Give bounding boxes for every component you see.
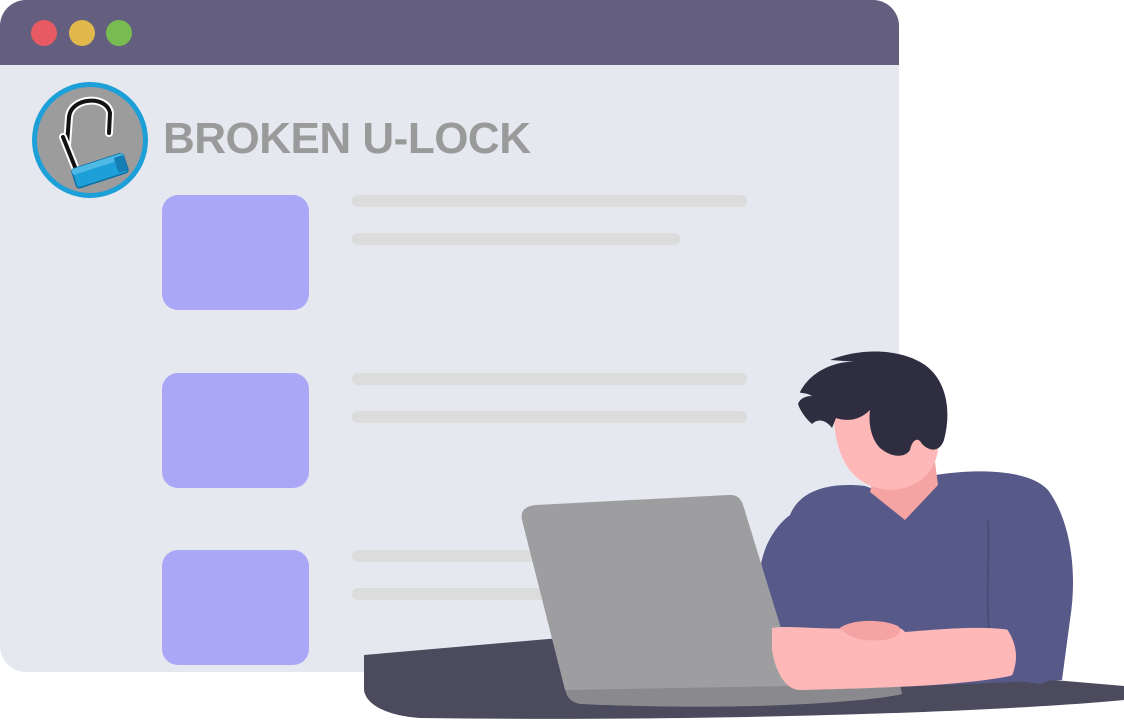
placeholder-line xyxy=(352,373,747,385)
close-window-button[interactable] xyxy=(31,20,57,46)
browser-window: BROKEN U-LOCK xyxy=(0,0,899,672)
placeholder-line xyxy=(352,233,680,245)
brand-title: BROKEN U-LOCK xyxy=(163,114,531,163)
placeholder-line xyxy=(352,588,747,600)
maximize-window-button[interactable] xyxy=(106,20,132,46)
window-titlebar xyxy=(0,0,899,65)
placeholder-line xyxy=(352,550,747,562)
list-item-thumbnail[interactable] xyxy=(162,373,309,488)
minimize-window-button[interactable] xyxy=(69,20,95,46)
placeholder-line xyxy=(352,411,747,423)
list-item-thumbnail[interactable] xyxy=(162,550,309,665)
placeholder-line xyxy=(352,195,747,207)
list-item-thumbnail[interactable] xyxy=(162,195,309,310)
page: BROKEN U-LOCK xyxy=(0,0,1124,722)
broken-u-lock-icon xyxy=(32,82,148,198)
